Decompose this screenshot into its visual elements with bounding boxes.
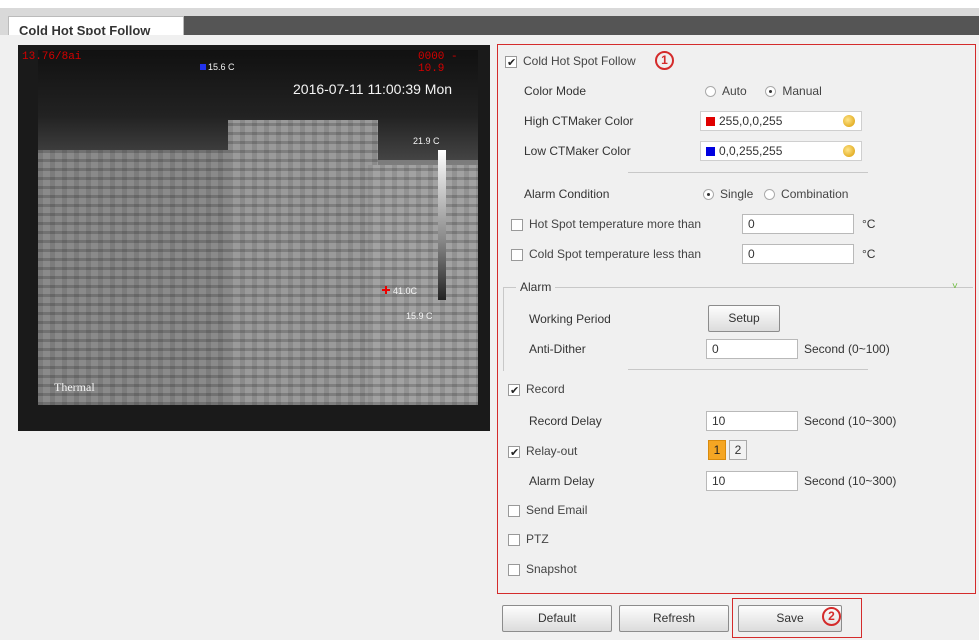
setup-button[interactable]: Setup (708, 305, 780, 332)
low-color-field[interactable]: 0,0,255,255 (700, 141, 862, 161)
cold-spot-input[interactable]: 0 (742, 244, 854, 264)
high-color-swatch (706, 117, 715, 127)
building-left (38, 150, 238, 405)
high-color-picker-icon[interactable] (843, 115, 855, 127)
record-delay-unit: Second (10~300) (804, 414, 897, 428)
alarm-condition-single-radio[interactable] (703, 189, 714, 201)
high-color-value: 255,0,0,255 (719, 114, 783, 128)
thermal-image: 15.6 C 2016-07-11 11:00:39 Mon 21.9 C 41… (38, 50, 478, 405)
ptz-label: PTZ (526, 532, 549, 546)
relay-out-checkbox[interactable] (508, 442, 520, 464)
annotation-marker-2: 2 (822, 607, 841, 626)
cold-spot-marker-icon (200, 64, 206, 70)
snapshot-checkbox[interactable] (508, 563, 520, 576)
relay-channel-1[interactable]: 1 (708, 440, 726, 460)
alarm-delay-label: Alarm Delay (529, 474, 595, 488)
anti-dither-label: Anti-Dither (529, 342, 586, 356)
hot-spot-checkbox[interactable] (511, 218, 523, 231)
alarm-condition-combination-label: Combination (781, 187, 849, 201)
refresh-button[interactable]: Refresh (619, 605, 729, 632)
record-delay-label: Record Delay (529, 414, 602, 428)
low-color-swatch (706, 147, 715, 157)
relay-out-label: Relay-out (526, 444, 578, 458)
alarm-condition-single-label: Single (720, 187, 754, 201)
hot-spot-marker-icon (382, 286, 390, 294)
alarm-delay-unit: Second (10~300) (804, 474, 897, 488)
relay-out-row: Relay-out (508, 440, 578, 464)
cold-hot-follow-label: Cold Hot Spot Follow (523, 54, 636, 68)
cold-hot-follow-checkbox[interactable] (505, 52, 517, 74)
record-label: Record (526, 382, 565, 396)
record-checkbox[interactable] (508, 380, 520, 402)
send-email-row: Send Email (508, 499, 587, 521)
color-mode-auto-label: Auto (722, 84, 747, 98)
video-timestamp: 2016-07-11 11:00:39 Mon (293, 81, 453, 97)
color-mode-options: Auto Manual (705, 80, 822, 102)
video-overlay-top-left: 13.76/8ai (22, 51, 82, 63)
cold-spot-temp: 15.6 C (208, 62, 235, 72)
alarm-condition-label: Alarm Condition (524, 187, 610, 201)
hot-spot-label: Hot Spot temperature more than (529, 217, 702, 231)
color-mode-label: Color Mode (524, 84, 587, 98)
scale-top-temp: 21.9 C (413, 136, 440, 146)
divider (628, 172, 868, 173)
annotation-marker-1: 1 (655, 51, 674, 70)
anti-dither-unit: Second (0~100) (804, 342, 890, 356)
video-overlay-top-right: 0000 - 10.9 (418, 51, 458, 75)
hot-spot-row: Hot Spot temperature more than (511, 213, 701, 235)
tab-bar: Cold Hot Spot Follow (0, 0, 979, 43)
cold-spot-unit: °C (862, 247, 876, 261)
high-color-label: High CTMaker Color (524, 114, 634, 128)
divider (628, 369, 868, 370)
color-mode-manual-label: Manual (782, 84, 822, 98)
cold-hot-follow-row: Cold Hot Spot Follow (505, 50, 636, 74)
cold-spot-checkbox[interactable] (511, 248, 523, 261)
color-mode-auto-radio[interactable] (705, 86, 716, 98)
color-mode-manual-radio[interactable] (765, 86, 777, 98)
low-color-label: Low CTMaker Color (524, 144, 631, 158)
ptz-checkbox[interactable] (508, 533, 520, 546)
alarm-group-title: Alarm (516, 276, 556, 298)
working-period-label: Working Period (529, 312, 611, 326)
low-color-value: 0,0,255,255 (719, 144, 783, 158)
video-mode-label: Thermal (54, 380, 95, 394)
default-button[interactable]: Default (502, 605, 612, 632)
scale-bottom-temp: 15.9 C (406, 311, 433, 321)
record-delay-input[interactable]: 10 (706, 411, 798, 431)
hot-spot-input[interactable]: 0 (742, 214, 854, 234)
hot-spot-unit: °C (862, 217, 876, 231)
building-right (368, 165, 478, 405)
cold-spot-label: Cold Spot temperature less than (529, 247, 702, 261)
anti-dither-input[interactable]: 0 (706, 339, 798, 359)
snapshot-label: Snapshot (526, 562, 577, 576)
hot-spot-temp: 41.0C (393, 286, 418, 296)
send-email-checkbox[interactable] (508, 504, 520, 517)
relay-channel-2[interactable]: 2 (729, 440, 747, 460)
low-color-picker-icon[interactable] (843, 145, 855, 157)
record-row: Record (508, 378, 565, 402)
thermal-video-preview: 15.6 C 2016-07-11 11:00:39 Mon 21.9 C 41… (18, 45, 490, 431)
alarm-condition-combination-radio[interactable] (764, 189, 776, 201)
ptz-row: PTZ (508, 528, 549, 550)
alarm-collapse-chevron-icon[interactable]: ˅ (952, 276, 958, 298)
high-color-field[interactable]: 255,0,0,255 (700, 111, 862, 131)
temperature-scale (438, 150, 446, 300)
send-email-label: Send Email (526, 503, 588, 517)
building-center (228, 120, 378, 405)
alarm-condition-options: Single Combination (703, 183, 848, 205)
cold-spot-row: Cold Spot temperature less than (511, 243, 701, 265)
alarm-delay-input[interactable]: 10 (706, 471, 798, 491)
snapshot-row: Snapshot (508, 558, 577, 580)
